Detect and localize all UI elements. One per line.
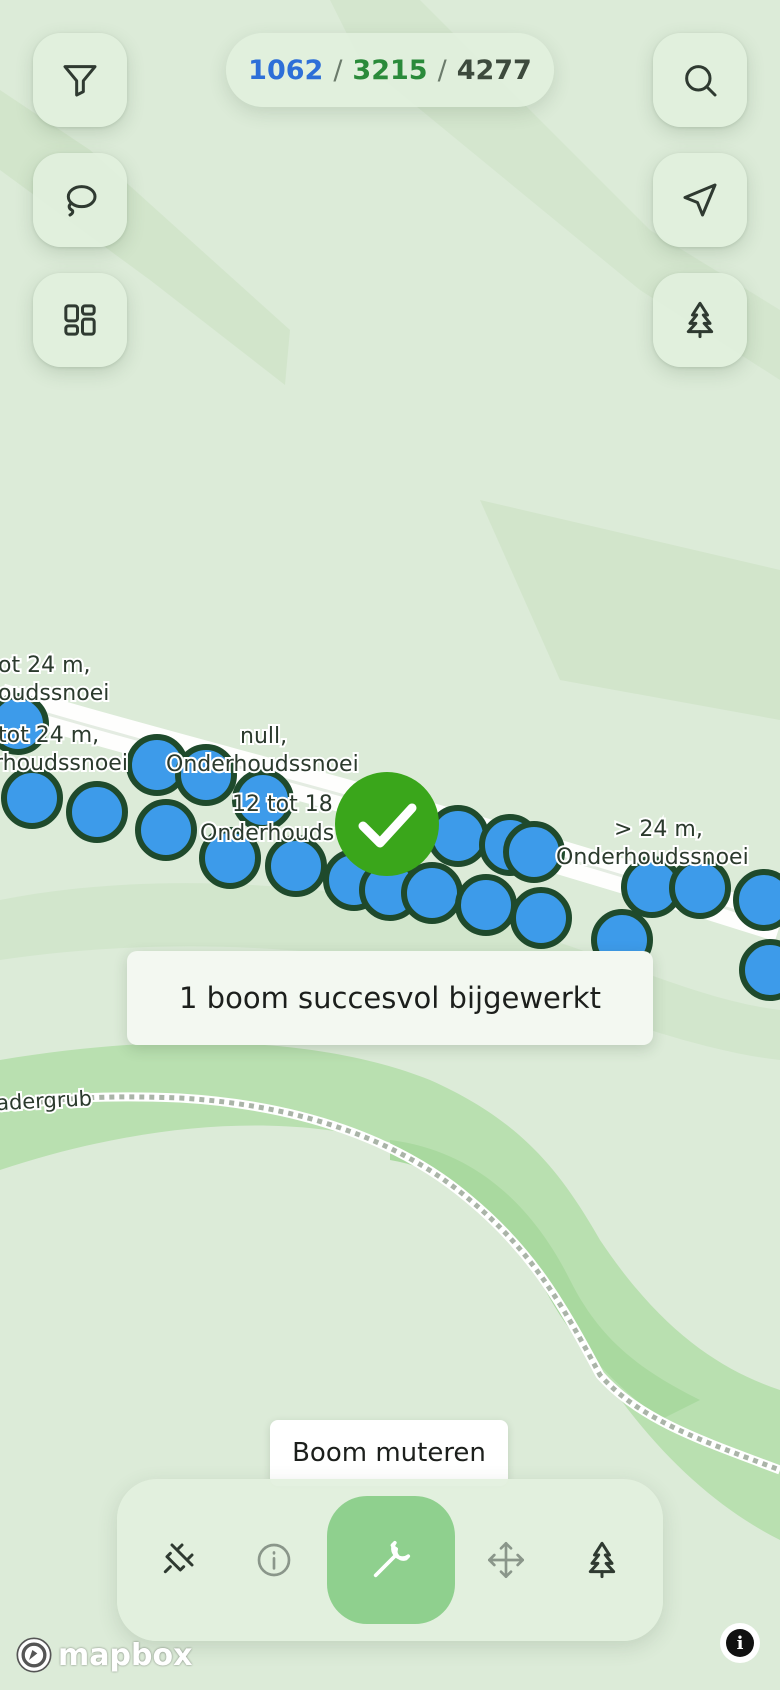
selected-count: 1062: [248, 54, 324, 86]
tree-label: oudssnoei: [0, 681, 109, 706]
tree-label: Onderhoudssnoei: [556, 845, 749, 870]
tree-label: null,: [240, 724, 287, 749]
tree-label: Onderhoudssnoei: [166, 752, 359, 777]
tool-tooltip: Boom muteren: [270, 1420, 508, 1486]
tree-icon: [588, 1541, 616, 1579]
delete-tree-tool[interactable]: [147, 1530, 207, 1590]
lasso-icon: [66, 185, 97, 217]
wrench-icon: [373, 1540, 411, 1578]
layers-button[interactable]: [33, 273, 127, 367]
success-check-icon: [335, 772, 439, 876]
tree-label: ot 24 m,: [0, 653, 91, 678]
delete-pin-icon: [163, 1543, 194, 1574]
counter-separator: /: [437, 54, 447, 86]
mutate-tree-tool[interactable]: [327, 1496, 455, 1624]
info-tool[interactable]: [244, 1530, 304, 1590]
tree-label: Onderhouds: [200, 821, 334, 846]
tree-label: > 24 m,: [614, 817, 703, 842]
visible-count: 3215: [352, 54, 428, 86]
tree-counter: 1062 / 3215 / 4277: [226, 33, 554, 107]
mapbox-logo[interactable]: mapbox: [14, 1633, 192, 1677]
filter-icon: [63, 65, 97, 97]
lasso-select-button[interactable]: [33, 153, 127, 247]
tree-point: [66, 781, 128, 843]
tree-point: [733, 869, 780, 931]
tree-layer-button[interactable]: [653, 273, 747, 367]
attribution-info-button[interactable]: i: [720, 1623, 760, 1663]
tree-point: [503, 821, 565, 883]
layers-grid-icon: [64, 304, 96, 336]
move-tool[interactable]: [476, 1530, 536, 1590]
counter-separator: /: [333, 54, 343, 86]
move-icon: [488, 1542, 524, 1578]
filter-button[interactable]: [33, 33, 127, 127]
tree-point: [135, 799, 197, 861]
tree-point: [1, 767, 63, 829]
navigation-arrow-icon: [683, 183, 717, 217]
mapbox-logo-icon: [16, 1637, 52, 1673]
mapbox-logo-text: mapbox: [58, 1637, 193, 1673]
road-label: adergrub: [0, 1086, 93, 1115]
tree-label: tot 24 m,: [0, 723, 99, 748]
success-toast: 1 boom succesvol bijgewerkt: [127, 951, 653, 1045]
info-icon: [257, 1543, 291, 1577]
add-tree-tool[interactable]: [572, 1530, 632, 1590]
info-icon: i: [726, 1629, 754, 1657]
tree-point: [510, 887, 572, 949]
bottom-toolbar: [117, 1479, 663, 1641]
tree-icon: [686, 301, 714, 339]
locate-me-button[interactable]: [653, 153, 747, 247]
tree-point: [455, 874, 517, 936]
tree-label: rhoudssnoei: [0, 751, 128, 776]
search-icon: [685, 65, 717, 97]
search-button[interactable]: [653, 33, 747, 127]
tree-point: [265, 835, 327, 897]
tree-point: [739, 939, 780, 1001]
tree-point: [401, 862, 463, 924]
total-count: 4277: [456, 54, 532, 86]
